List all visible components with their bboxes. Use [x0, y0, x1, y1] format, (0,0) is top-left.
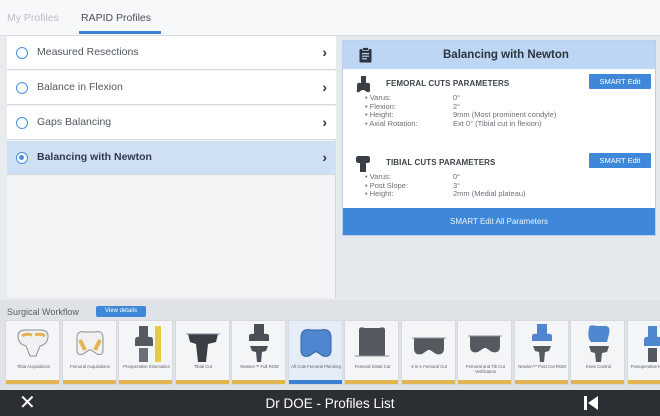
workflow-step-status-bar [571, 380, 624, 384]
workflow-step[interactable]: Tibia Acquisitions [5, 320, 60, 385]
workflow-step-caption: Newton™ Post Cut ROM [518, 364, 566, 369]
param-row: • Height: 2mm (Medial plateau) [365, 189, 526, 199]
workflow-step[interactable]: All Cuts Femoral Planning [287, 320, 343, 385]
workflow-step-status-bar [6, 380, 59, 384]
femoral-distal-cut-icon [355, 327, 389, 357]
footer-title: Dr DOE - Profiles List [265, 396, 395, 411]
workflow-step-caption: Femoral Distal Cut [354, 364, 391, 369]
profile-tabs: My Profiles RAPID Profiles [0, 0, 660, 36]
radio-button-selected[interactable] [16, 152, 28, 164]
workflow-step-caption: Femoral Acquisitions [70, 364, 110, 369]
workflow-step[interactable]: Newton™ Post Cut ROM [513, 320, 569, 385]
profile-item-balance-in-flexion[interactable]: Balance in Flexion › [7, 71, 336, 105]
workflow-label: Surgical Workflow [7, 307, 79, 317]
detail-title: Balancing with Newton [443, 49, 569, 61]
workflow-step-caption: Femoral and Tib Cut Verification [466, 364, 505, 374]
profile-item-balancing-with-newton[interactable]: Balancing with Newton › [7, 141, 336, 175]
workflow-step-status-bar [345, 380, 398, 384]
workflow-step[interactable]: Tibial Cut [174, 320, 230, 385]
workflow-step[interactable]: Postoperative Kinematics [626, 320, 660, 385]
femoral-params: • Varus: 0° • Flexion: 2° • Height: 9mm (Mo… [365, 93, 556, 129]
femoral-section-title: FEMORAL CUTS PARAMETERS [386, 79, 510, 88]
profile-detail-panel: Balancing with Newton FEMORAL CUTS PARAM… [337, 36, 660, 298]
radio-button[interactable] [16, 82, 28, 94]
workflow-step-caption: Tibial Cut [194, 364, 212, 369]
workflow-step-status-bar [514, 380, 568, 384]
knee-rom-icon [249, 324, 269, 362]
workflow-step-caption: Preoperative Kinematics [123, 364, 170, 369]
param-label: • Axial Rotation: [365, 118, 418, 128]
clipboard-icon [359, 47, 372, 63]
param-row: • Axial Rotation: Ext 0° (Tibial cut in f… [365, 118, 556, 129]
profile-list: Measured Resections › Balance in Flexion… [7, 36, 336, 298]
tibia-icon [356, 156, 370, 172]
view-details-button[interactable]: View details [96, 306, 146, 317]
tibial-cut-icon [185, 333, 220, 362]
workflow-step[interactable]: Newton™ Full ROM [231, 320, 286, 385]
workflow-step-caption: Postoperative Kinematics [630, 364, 660, 369]
post-cut-rom-icon [531, 324, 552, 362]
param-value: 2mm (Medial plateau) [453, 189, 526, 199]
workflow-step-status-bar [62, 380, 116, 384]
femoral-4in1-cut-icon [411, 337, 446, 355]
workflow-step[interactable]: Femoral Distal Cut [344, 320, 399, 385]
profile-label: Balance in Flexion [37, 81, 123, 93]
femoral-smart-edit-button[interactable]: SMART Edit [589, 74, 651, 89]
footer-bar: ✕ Dr DOE - Profiles List [0, 390, 660, 416]
postop-kinematics-icon [643, 326, 660, 362]
param-label: • Height: [365, 189, 394, 199]
femoral-planning-icon [300, 329, 331, 357]
workflow-step-caption: Newton™ Full ROM [240, 364, 279, 369]
chevron-right-icon[interactable]: › [322, 149, 327, 165]
radio-button[interactable] [16, 117, 28, 129]
skip-back-icon[interactable] [583, 396, 599, 410]
smart-edit-all-button[interactable]: SMART Edit All Parameters [343, 208, 655, 235]
workflow-step[interactable]: Femoral Acquisitions [61, 320, 117, 385]
workflow-step[interactable]: Preoperative Kinematics [118, 320, 173, 385]
tibial-section-title: TIBIAL CUTS PARAMETERS [386, 158, 496, 167]
chevron-right-icon[interactable]: › [322, 114, 327, 130]
femoral-cuts-section: FEMORAL CUTS PARAMETERS SMART Edit • Var… [343, 74, 655, 150]
tab-rapid-profiles[interactable]: RAPID Profiles [81, 12, 151, 24]
profile-label: Gaps Balancing [37, 116, 112, 128]
workflow-step-status-bar [288, 380, 342, 384]
tibia-plateau-icon [17, 329, 49, 357]
workflow-step-caption: 4-in-1 Femoral Cut [411, 364, 447, 369]
workflow-step-status-bar [119, 380, 172, 384]
workflow-step-caption: All Cuts Femoral Planning [291, 364, 341, 369]
workflow-step-caption: Knee Control [585, 364, 612, 369]
profile-detail-card: Balancing with Newton FEMORAL CUTS PARAM… [342, 40, 656, 236]
femur-condyles-icon [76, 331, 103, 355]
femur-icon [356, 76, 370, 93]
workflow-step[interactable]: 4-in-1 Femoral Cut [400, 320, 456, 385]
radio-button[interactable] [16, 47, 28, 59]
profile-label: Balancing with Newton [37, 151, 152, 163]
profile-item-measured-resections[interactable]: Measured Resections › [7, 36, 336, 70]
workflow-step-status-bar [401, 380, 455, 384]
profile-label: Measured Resections [37, 46, 139, 58]
workflow-step-status-bar [458, 380, 511, 384]
knee-control-icon [588, 325, 610, 362]
workflow-step-caption: Tibia Acquisitions [16, 364, 51, 369]
chevron-right-icon[interactable]: › [322, 79, 327, 95]
param-value: Ext 0° (Tibial cut in flexion) [453, 118, 542, 128]
workflow-step-status-bar [175, 380, 229, 384]
tibial-params: • Varus: 0° • Post Slope: 3° • Height: 2mm … [365, 172, 526, 199]
detail-header: Balancing with Newton [343, 41, 655, 69]
workflow-step-status-bar [232, 380, 285, 384]
chevron-right-icon[interactable]: › [322, 44, 327, 60]
tibial-smart-edit-button[interactable]: SMART Edit [589, 153, 651, 168]
surgical-workflow: Surgical Workflow View details Tibia Acq… [0, 300, 660, 390]
workflow-step[interactable]: Knee Control [570, 320, 625, 385]
profile-item-gaps-balancing[interactable]: Gaps Balancing › [7, 106, 336, 140]
active-tab-indicator [79, 31, 161, 34]
workflow-step-status-bar [627, 380, 660, 384]
knee-kinematics-icon [135, 326, 161, 362]
workflow-step[interactable]: Femoral and Tib Cut Verification [457, 320, 512, 385]
tab-my-profiles[interactable]: My Profiles [7, 12, 59, 24]
cut-verification-icon [468, 335, 502, 353]
